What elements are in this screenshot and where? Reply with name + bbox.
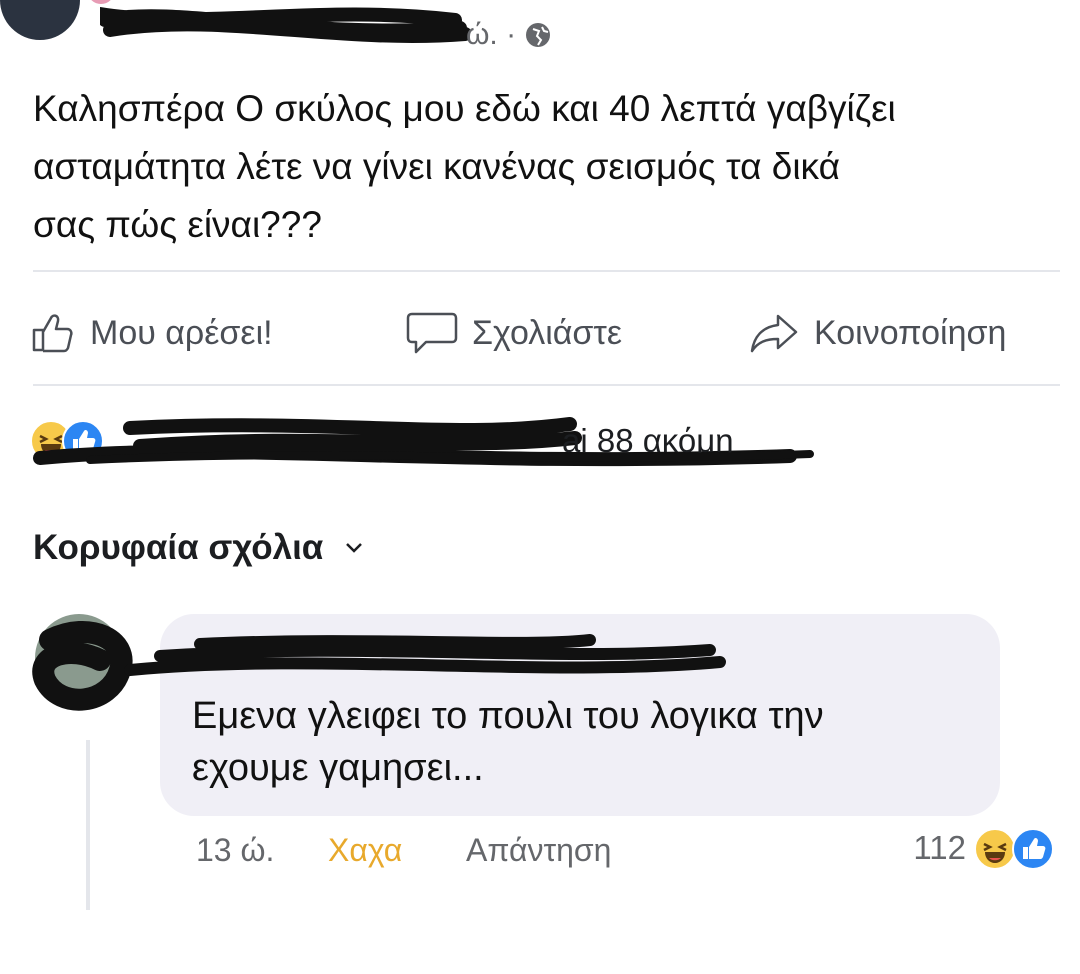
thread-line [86,740,90,910]
comment-reaction-count: 112 [913,829,966,866]
haha-reaction-button[interactable]: Χαχα [328,832,402,869]
comment-text-line: Εμενα γλειφει το πουλι του λογικα την [192,695,824,737]
comment-text-line: εχουμε γαμησει... [192,747,484,789]
share-button[interactable]: Κοινοποίηση [748,308,1006,358]
like-icon [1012,828,1054,870]
share-arrow-icon [750,314,798,353]
comment-button[interactable]: Σχολιάστε [406,308,622,358]
divider [33,270,1060,272]
reply-button[interactable]: Απάντηση [466,832,611,869]
divider [33,384,1060,386]
globe-icon [526,23,551,47]
redaction-scribble [124,634,726,676]
comment-text: Εμενα γλειφει το πουλι του λογικα την εχ… [192,690,982,794]
post-author-avatar[interactable] [0,0,114,40]
strike-line [86,450,814,464]
post-timestamp[interactable]: ώ. · [466,18,552,52]
thumbs-up-icon [32,314,73,353]
post-time: ώ. · [466,18,517,51]
comment-time[interactable]: 13 ώ. [196,832,274,869]
share-label: Κοινοποίηση [814,313,1007,352]
post-text-line: Καλησπέρα Ο σκύλος μου εδώ και 40 λεπτά … [33,88,896,129]
comment-reactions[interactable]: 112 [913,826,1058,870]
reactions-summary[interactable]: ai 88 ακόμη [30,410,820,470]
comment-bubble-icon [406,312,458,354]
post-text: Καλησπέρα Ο σκύλος μου εδώ και 40 λεπτά … [33,80,1053,254]
comment-label: Σχολιάστε [472,313,622,352]
chevron-down-icon [346,543,363,553]
top-comments-filter[interactable]: Κορυφαία σχόλια [33,528,363,568]
like-button[interactable]: Μου αρέσει! [30,308,273,358]
redaction-scribble [100,7,470,43]
post-text-line: ασταμάτητα λέτε να γίνει κανένας σεισμός… [33,146,840,187]
post-text-line: σας πώς είναι??? [33,204,322,245]
top-comments-label: Κορυφαία σχόλια [33,528,324,567]
haha-icon [974,828,1016,870]
like-label: Μου αρέσει! [90,313,273,352]
